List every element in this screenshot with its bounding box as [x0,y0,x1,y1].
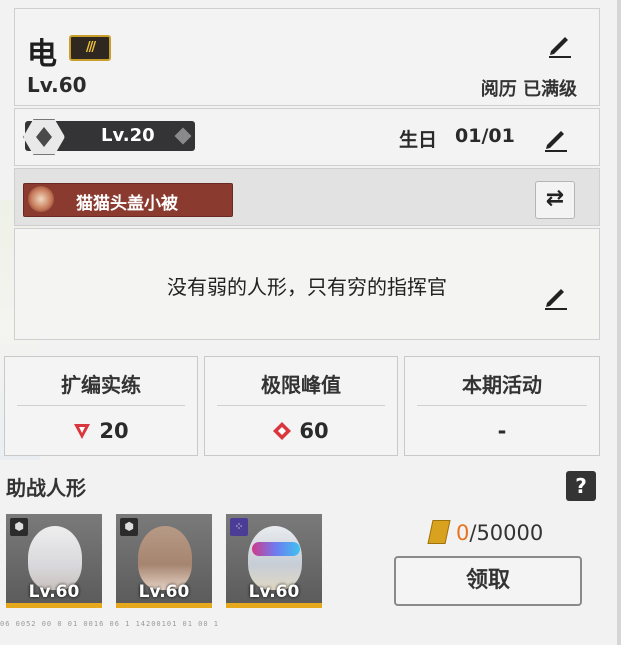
stat-value: 60 [299,419,329,443]
doll-portrait [248,526,302,590]
stat-card-event: 本期活动 - [404,356,600,456]
player-level: Lv.60 [27,73,87,97]
stat-value-row: 20 [5,419,197,443]
stat-title: 扩编实练 [61,373,141,397]
claim-button[interactable]: 领取 [394,556,582,606]
stat-value: 20 [99,419,129,443]
edit-birthday-pencil-icon[interactable] [541,123,571,153]
red-triangle-icon [74,424,91,439]
doll-rarity-bar [6,603,102,608]
stat-title: 本期活动 [462,373,542,397]
profile-header: 电 /// Lv.60 阅历 已满级 [14,8,600,106]
help-button[interactable]: ? [566,471,596,501]
birthday-label: 生日 [399,129,438,151]
rank-level: Lv.20 [101,125,155,146]
rank-diamond-icon [174,127,192,145]
stat-card-peak: 极限峰值 60 [204,356,398,456]
stat-divider [17,405,185,406]
hexagon-type-icon: ⬢ [10,518,28,536]
experience-status: 阅历 已满级 [480,79,577,100]
edit-name-pencil-icon[interactable] [545,29,575,59]
rank-level-bar: Lv.20 [23,119,195,155]
stat-divider [217,405,385,406]
red-diamond-icon [273,422,292,440]
window-edge [617,0,621,645]
edit-signature-pencil-icon[interactable] [541,281,571,311]
stat-card-expansion: 扩编实练 20 [4,356,198,456]
signature-box: 没有弱的人形，只有穷的指挥官 [14,228,600,340]
doll-visor [252,542,300,556]
gold-bar-icon [427,520,451,544]
reward-current: 0 [456,521,470,545]
hexagon-type-icon: ⬢ [120,518,138,536]
doll-rarity-bar [226,603,322,608]
swap-medal-button[interactable]: ⇄ [535,181,575,219]
name-badge-icon: /// [69,35,111,61]
purple-dots-type-icon: ⁘ [230,518,248,536]
reward-counter: 0/50000 [427,520,544,545]
stat-title: 极限峰值 [261,373,341,397]
medal-banner[interactable]: 猫猫头盖小被 [23,183,233,217]
doll-portrait [28,526,82,590]
support-dolls-title: 助战人形 [6,476,86,500]
doll-portrait [138,526,192,590]
stat-divider [417,405,587,406]
birthday-value: 01/01 [455,125,515,147]
player-name: 电 [27,37,57,72]
stat-value: - [497,419,507,443]
stat-value-row: 60 [205,419,397,443]
support-doll-card[interactable]: ⁘ Lv.60 [226,514,322,608]
doll-level: Lv.60 [28,582,80,602]
support-doll-card[interactable]: ⬢ Lv.60 [116,514,212,608]
reward-max: /50000 [469,521,544,545]
doll-level: Lv.60 [138,582,190,602]
medal-emblem-icon [28,186,54,212]
footer-ticks: 06 0052 00 0 01 0016 06 1 14200101 01 00… [0,620,220,628]
doll-level: Lv.60 [248,582,300,602]
rank-birthday-row: Lv.20 生日 01/01 [14,108,600,166]
doll-rarity-bar [116,603,212,608]
medal-row: 猫猫头盖小被 ⇄ [14,168,600,226]
signature-text: 没有弱的人形，只有穷的指挥官 [167,275,447,299]
support-doll-card[interactable]: ⬢ Lv.60 [6,514,102,608]
rank-hex-icon [23,119,65,155]
medal-title: 猫猫头盖小被 [76,194,178,214]
